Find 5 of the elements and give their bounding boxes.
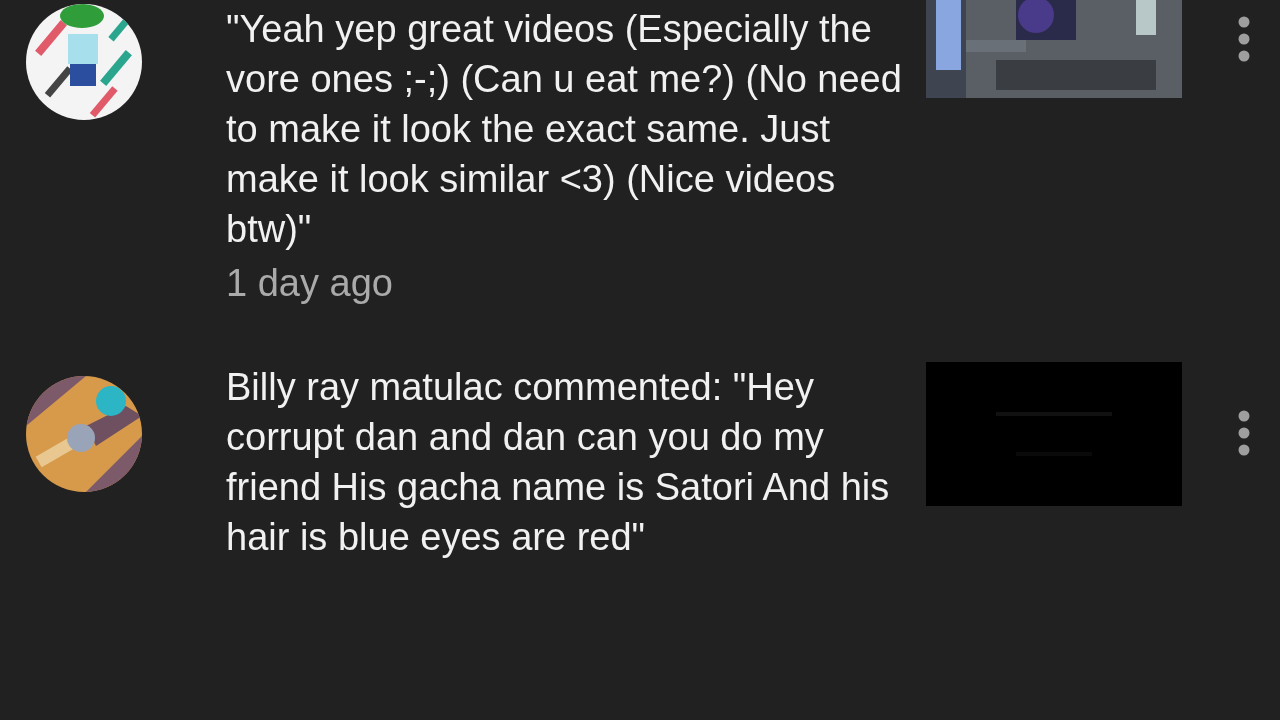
more-options-icon[interactable] <box>1238 410 1250 456</box>
more-options-icon[interactable] <box>1238 16 1250 62</box>
comment-text: "Yeah yep great videos (Especially the vore ones ;-;) (Can u eat me?) (No need to make it look the exact same. Just make it look similar <3) (Nice videos btw)" <box>226 7 903 252</box>
comment-text: Billy ray matulac commented: "Hey corrupt dan and dan can you do my friend His gacha name is Satori And his hair is blue eyes are red" <box>226 365 891 560</box>
timestamp: 1 day ago <box>226 261 394 306</box>
